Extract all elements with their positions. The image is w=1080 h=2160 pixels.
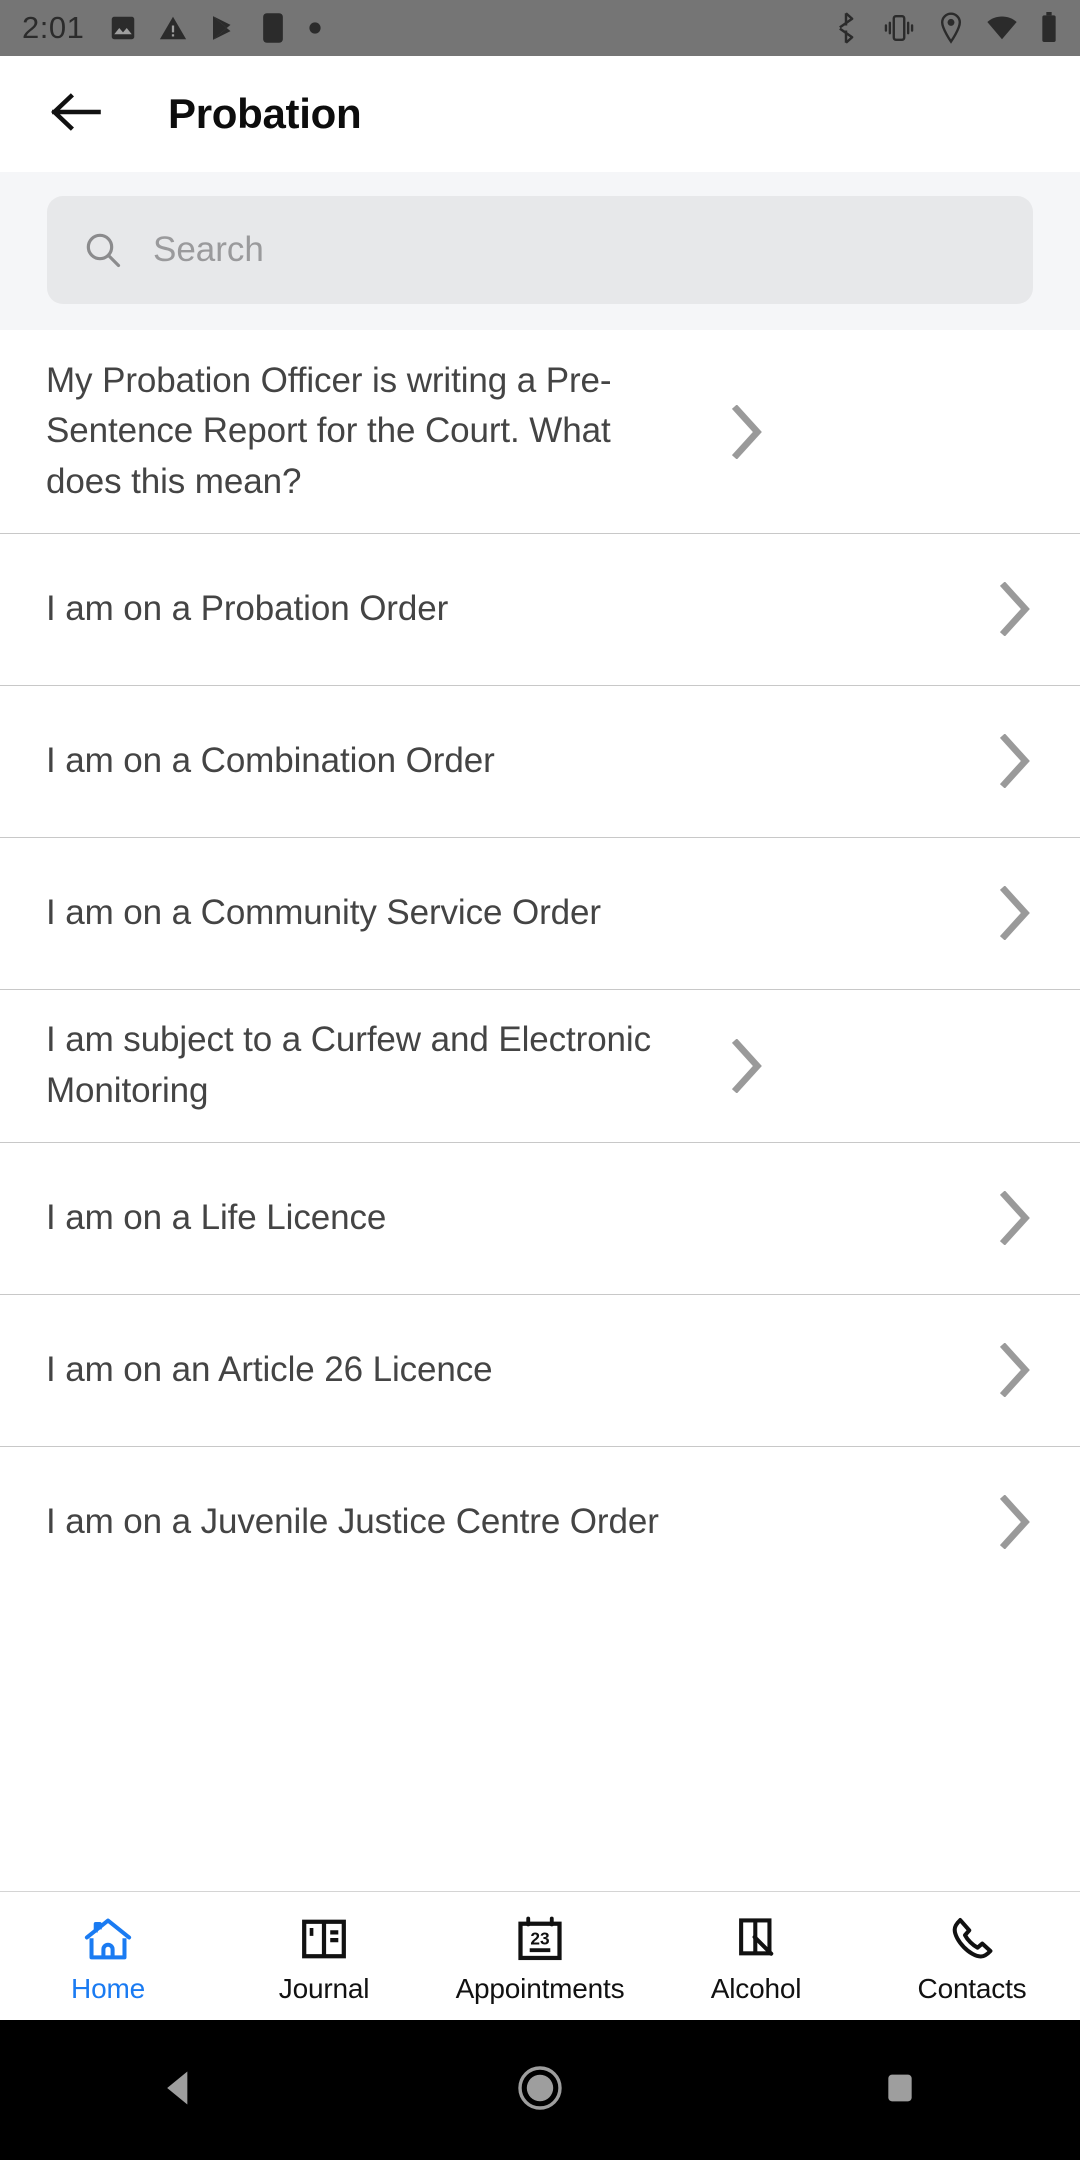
android-recents-button[interactable] xyxy=(830,2020,970,2160)
alcohol-door-icon xyxy=(733,1913,779,1965)
status-bar: 2:01 xyxy=(0,0,1080,56)
warning-icon xyxy=(158,13,188,43)
back-arrow-icon xyxy=(50,90,102,139)
search-input[interactable] xyxy=(153,230,997,270)
list-item-label: I am on a Community Service Order xyxy=(46,892,601,932)
page-title: Probation xyxy=(168,90,362,137)
nav-item-home[interactable]: Home xyxy=(0,1892,216,2020)
status-bar-left: 2:01 xyxy=(22,10,322,46)
chevron-right-icon xyxy=(984,1494,1046,1549)
play-store-icon xyxy=(208,13,238,43)
nav-label-alcohol: Alcohol xyxy=(710,1973,802,2004)
bluetooth-icon xyxy=(832,12,860,44)
bottom-navigation: Home Journal 23 Appointments Alcohol Con… xyxy=(0,1891,1080,2020)
android-recents-icon xyxy=(880,2068,920,2113)
phone-icon xyxy=(948,1913,996,1965)
list-item-label: I am on a Combination Order xyxy=(46,740,495,780)
list-item[interactable]: I am on an Article 26 Licence xyxy=(0,1293,1080,1446)
list-item[interactable]: I am on a Probation Order xyxy=(0,533,1080,686)
battery-icon xyxy=(1040,12,1058,44)
chevron-right-icon xyxy=(716,1038,778,1093)
status-bar-right xyxy=(832,12,1058,44)
list-item-label: My Probation Officer is writing a Pre-Se… xyxy=(46,361,612,501)
android-home-button[interactable] xyxy=(470,2020,610,2160)
chevron-right-icon xyxy=(984,1190,1046,1245)
list-item[interactable]: I am subject to a Curfew and Electronic … xyxy=(0,989,1080,1142)
list-item[interactable]: I am on a Community Service Order xyxy=(0,837,1080,990)
nav-label-home: Home xyxy=(71,1973,145,2004)
chevron-right-icon xyxy=(984,582,1046,637)
list-item[interactable]: I am on a Combination Order xyxy=(0,685,1080,838)
nav-item-contacts[interactable]: Contacts xyxy=(864,1892,1080,2020)
faq-list: My Probation Officer is writing a Pre-Se… xyxy=(0,330,1080,1598)
list-item[interactable]: I am on a Juvenile Justice Centre Order xyxy=(0,1445,1080,1598)
wifi-icon xyxy=(986,15,1018,41)
list-item-label: I am subject to a Curfew and Electronic … xyxy=(46,1020,651,1110)
app-square-icon xyxy=(258,12,288,44)
image-icon xyxy=(108,13,138,43)
android-back-icon xyxy=(158,2066,202,2115)
search-box[interactable] xyxy=(47,196,1033,304)
nav-label-appointments: Appointments xyxy=(455,1973,625,2004)
nav-label-contacts: Contacts xyxy=(917,1973,1027,2004)
list-item-label: I am on a Probation Order xyxy=(46,588,449,628)
calendar-23-icon: 23 xyxy=(516,1913,564,1965)
chevron-right-icon xyxy=(984,886,1046,941)
status-bar-clock: 2:01 xyxy=(22,10,85,45)
journal-book-icon xyxy=(300,1913,348,1965)
list-item-label: I am on a Life Licence xyxy=(46,1197,387,1237)
svg-text:23: 23 xyxy=(530,1928,549,1948)
nav-item-appointments[interactable]: 23 Appointments xyxy=(432,1892,648,2020)
chevron-right-icon xyxy=(984,734,1046,789)
nav-item-alcohol[interactable]: Alcohol xyxy=(648,1892,864,2020)
dot-icon xyxy=(308,21,322,35)
list-item[interactable]: My Probation Officer is writing a Pre-Se… xyxy=(0,330,1080,534)
app-bar: Probation xyxy=(0,56,1080,172)
search-icon xyxy=(83,230,123,270)
nav-item-journal[interactable]: Journal xyxy=(216,1892,432,2020)
list-item-label: I am on a Juvenile Justice Centre Order xyxy=(46,1501,659,1541)
list-item-label: I am on an Article 26 Licence xyxy=(46,1349,493,1389)
android-navigation-bar xyxy=(0,2020,1080,2160)
back-button[interactable] xyxy=(40,78,112,150)
home-icon xyxy=(83,1913,133,1965)
android-home-icon xyxy=(516,2064,564,2117)
search-section xyxy=(0,172,1080,330)
location-icon xyxy=(938,12,964,44)
vibrate-icon xyxy=(882,13,916,43)
nav-label-journal: Journal xyxy=(278,1973,370,2004)
android-back-button[interactable] xyxy=(110,2020,250,2160)
list-item[interactable]: I am on a Life Licence xyxy=(0,1141,1080,1294)
chevron-right-icon xyxy=(716,404,778,459)
chevron-right-icon xyxy=(984,1342,1046,1397)
